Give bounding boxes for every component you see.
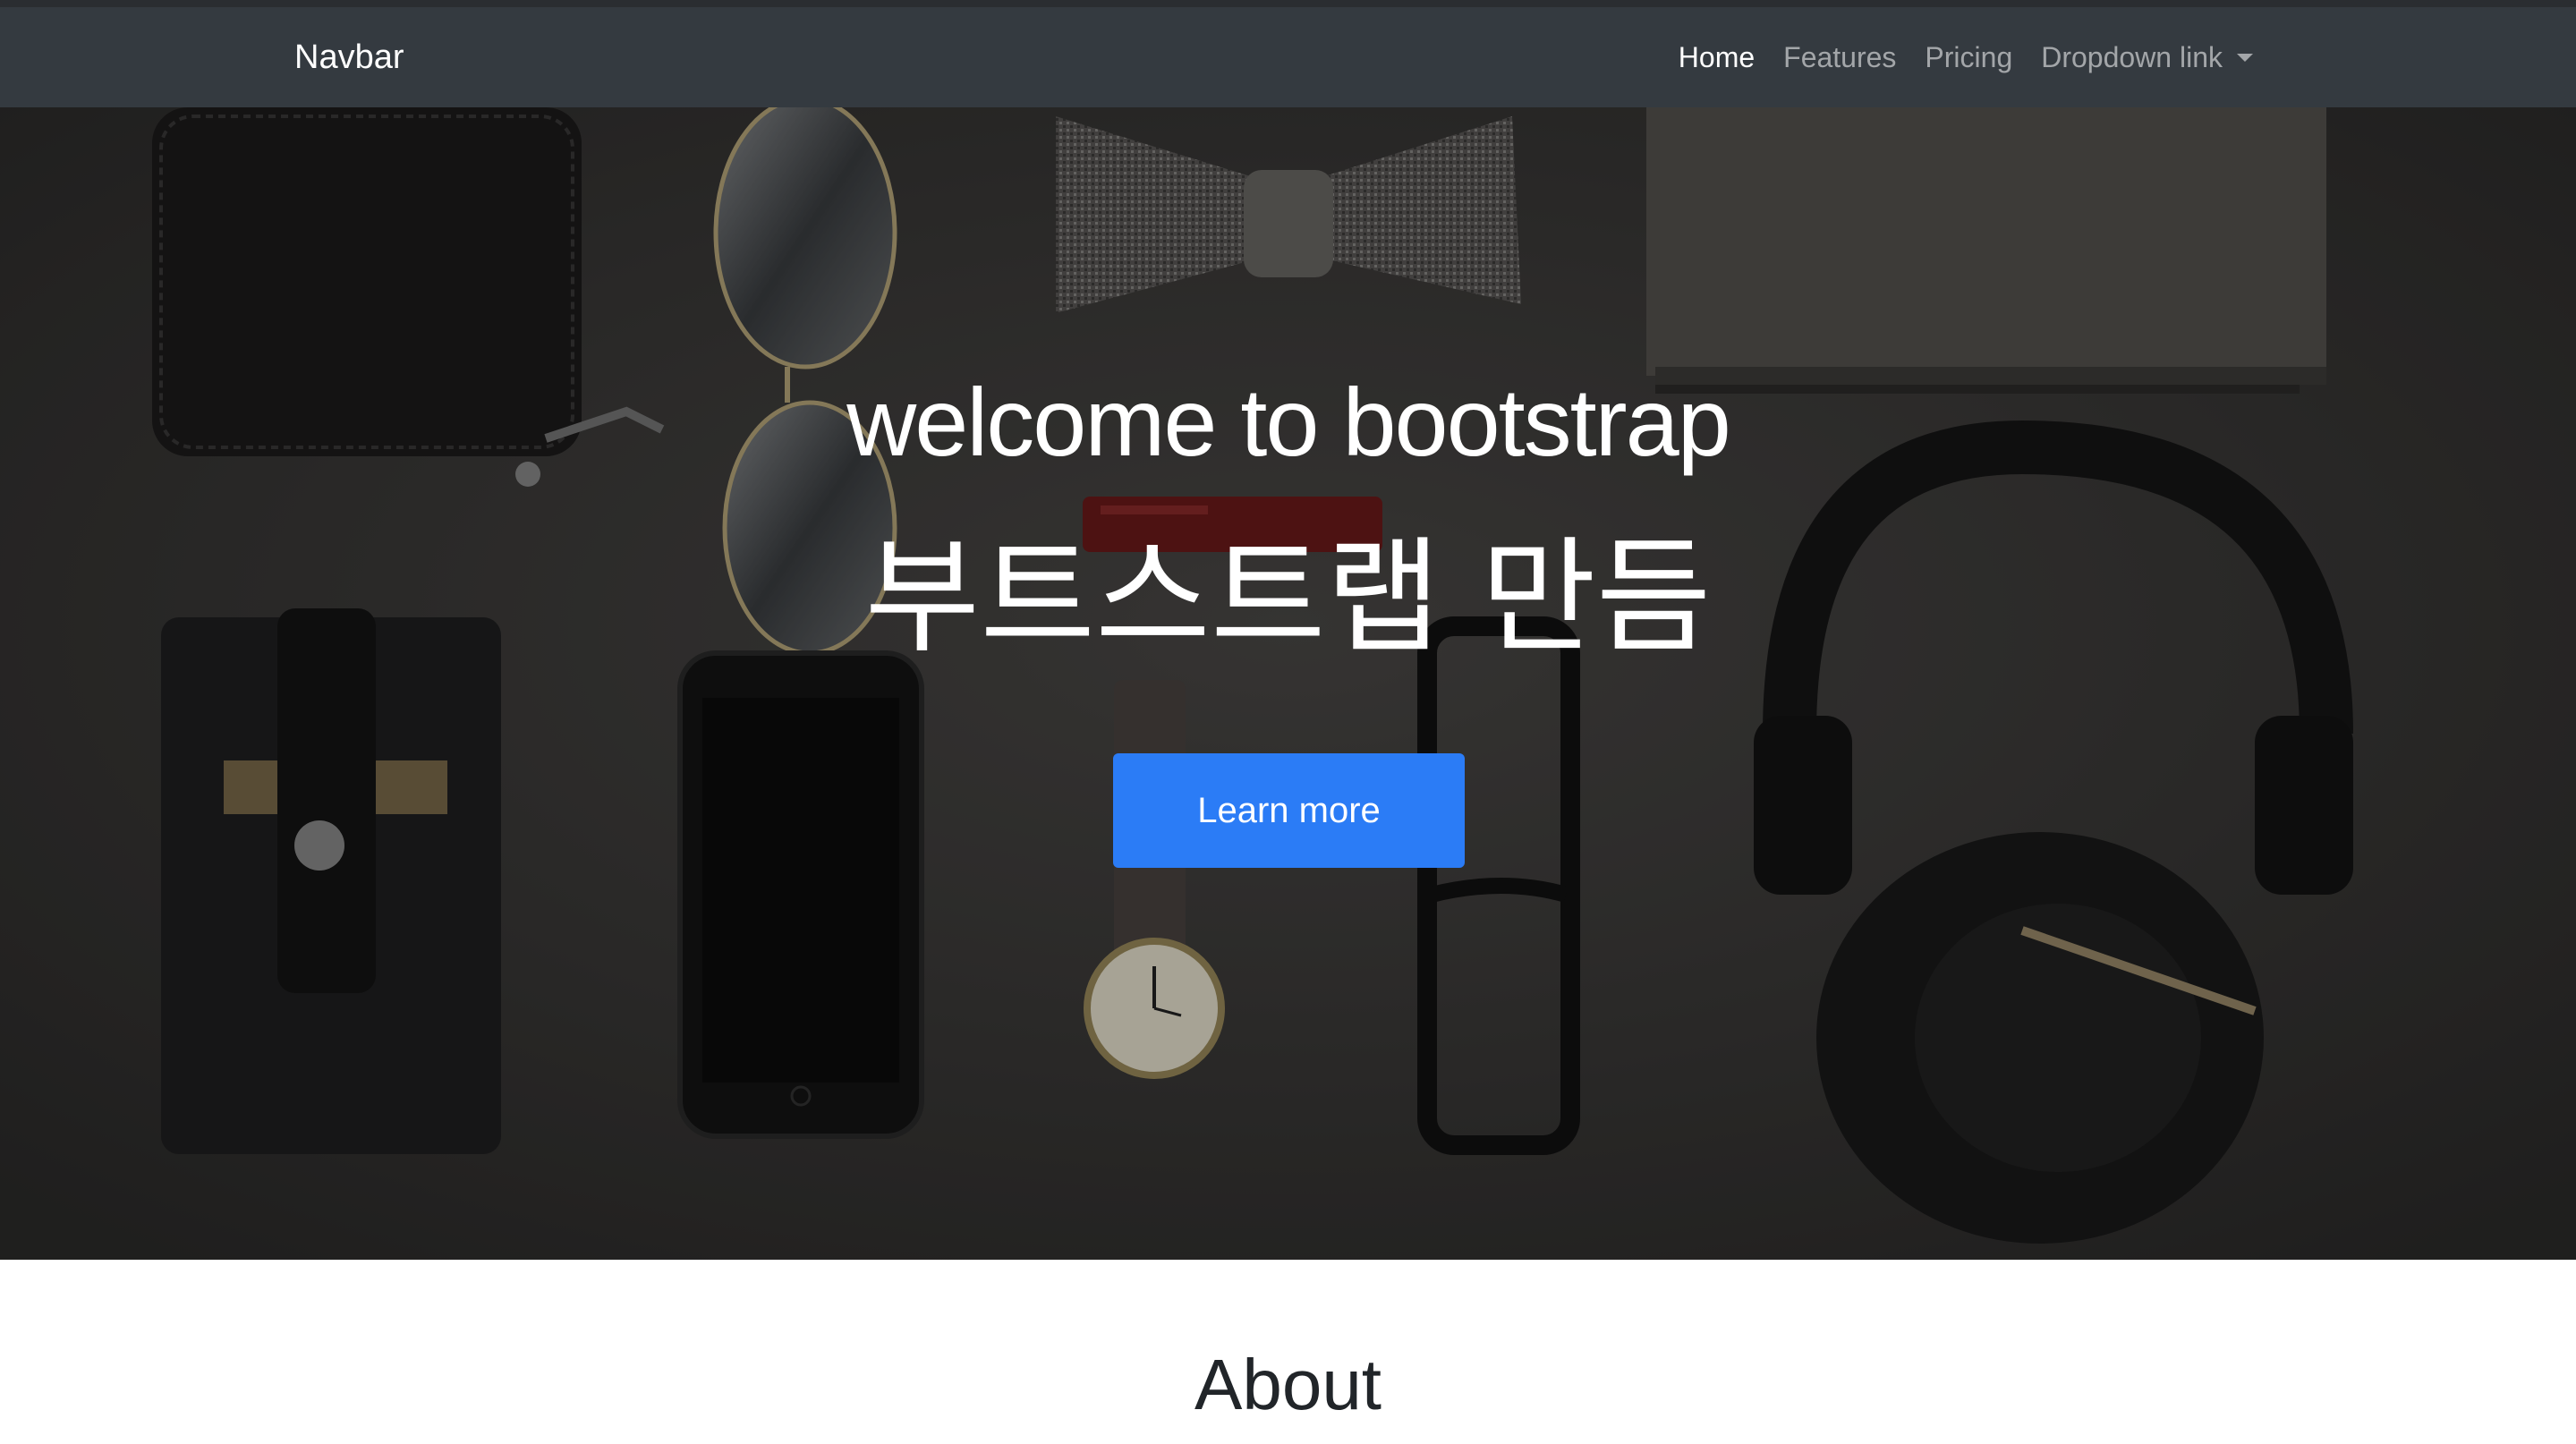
hero-title: welcome to bootstrap — [846, 368, 1731, 476]
hero-subtitle: 부트스트랩 만듬 — [864, 525, 1712, 671]
hero-overlay — [0, 107, 2576, 1260]
nav-item-pricing[interactable]: Pricing — [1910, 41, 2027, 74]
nav-links: Home Features Pricing Dropdown link — [1664, 7, 2267, 107]
navbar-brand[interactable]: Navbar — [294, 7, 404, 107]
nav-item-home[interactable]: Home — [1664, 41, 1769, 74]
chevron-down-icon — [2237, 53, 2253, 62]
nav-item-dropdown[interactable]: Dropdown link — [2027, 41, 2267, 74]
about-heading: About — [1194, 1345, 1382, 1424]
learn-more-button[interactable]: Learn more — [1113, 753, 1465, 868]
navbar: Navbar Home Features Pricing Dropdown li… — [0, 7, 2576, 107]
nav-item-dropdown-label: Dropdown link — [2041, 40, 2223, 73]
window-top-edge — [0, 0, 2576, 7]
nav-item-features[interactable]: Features — [1769, 41, 1910, 74]
hero-section: welcome to bootstrap 부트스트랩 만듬 Learn more — [0, 107, 2576, 1260]
